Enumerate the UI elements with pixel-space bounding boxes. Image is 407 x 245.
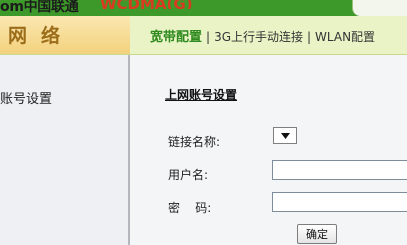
section-title-area: 网络: [0, 16, 130, 54]
username-label: 用户名:: [168, 168, 209, 182]
tab-wlan-config[interactable]: WLAN配置: [315, 30, 375, 44]
header-bar: om中国联通 WCDMA(G): [0, 0, 407, 16]
brand-logo: om中国联通: [0, 0, 79, 15]
section-title: 网络: [8, 25, 75, 47]
tab-broadband-config[interactable]: 宽带配置: [150, 30, 202, 45]
banner-text: WCDMA(G): [100, 0, 193, 9]
connection-name-label: 链接名称:: [168, 135, 221, 149]
nav-separator: |: [206, 30, 211, 44]
tab-3g-manual-connect[interactable]: 3G上行手动连接: [214, 30, 303, 44]
password-label: 密 码:: [168, 201, 212, 215]
section-bar: 网络 宽带配置 | 3G上行手动连接 | WLAN配置: [0, 16, 407, 55]
header-tab: [352, 0, 407, 16]
sidebar-item-account-settings[interactable]: 账号设置: [0, 88, 52, 107]
form-title: 上网账号设置: [165, 88, 238, 102]
confirm-button[interactable]: 确定: [297, 224, 337, 244]
password-input[interactable]: [272, 192, 407, 212]
connection-name-select[interactable]: [273, 127, 297, 144]
main-panel: 上网账号设置 链接名称: 用户名: 密 码: 确定: [130, 55, 407, 245]
chevron-down-icon: [280, 132, 290, 139]
username-input[interactable]: [272, 160, 407, 180]
nav-separator: |: [307, 30, 312, 44]
nav-links: 宽带配置 | 3G上行手动连接 | WLAN配置: [150, 26, 375, 45]
sidebar: 账号设置: [0, 55, 128, 245]
